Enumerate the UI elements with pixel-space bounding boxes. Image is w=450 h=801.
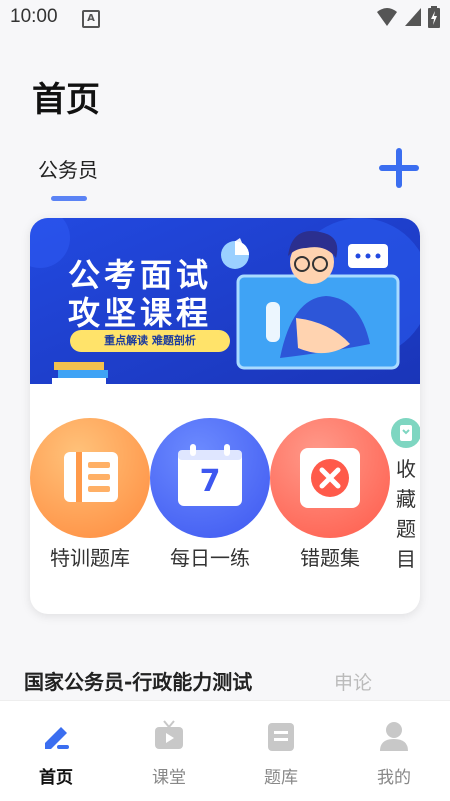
tab-administrative-test[interactable]: 国家公务员-行政能力测试 <box>24 666 252 695</box>
page-title: 首页 <box>32 80 100 120</box>
favorites-char: 收 <box>396 457 416 481</box>
feature-label: 每日一练 <box>170 546 250 570</box>
plus-icon <box>379 148 419 188</box>
tab-underline <box>51 196 87 201</box>
status-time: 10:00 <box>10 6 58 27</box>
subject-tabs: 国家公务员-行政能力测试 申论 <box>0 662 450 702</box>
banner-subtitle: 重点解读 难题剖析 <box>70 330 230 352</box>
main-card: 公考面试 攻坚课程 重点解读 难题剖析 特训题库 7 每日一练 错题集 收 藏 … <box>30 218 420 614</box>
signal-icon <box>405 8 421 26</box>
pen-icon <box>45 727 69 749</box>
feature-label: 特训题库 <box>50 546 130 570</box>
calendar-day: 7 <box>199 464 221 499</box>
nav-classroom[interactable]: 课堂 <box>129 719 209 788</box>
tv-icon <box>155 720 183 749</box>
nav-question-bank[interactable]: 题库 <box>241 719 321 788</box>
add-button[interactable] <box>378 147 420 189</box>
book-icon <box>268 723 294 751</box>
bookmark-icon <box>391 418 420 448</box>
wifi-icon <box>377 8 397 26</box>
question-bank-icon <box>30 418 150 538</box>
bottom-nav: 首页 课堂 题库 我的 <box>0 700 450 801</box>
nav-home[interactable]: 首页 <box>16 719 96 788</box>
tab-essay[interactable]: 申论 <box>334 668 372 695</box>
favorites-char: 藏 <box>396 487 416 511</box>
battery-icon <box>428 6 440 28</box>
nav-label: 首页 <box>39 768 73 788</box>
favorites-label: 收 藏 题 目 <box>390 454 420 574</box>
nav-label: 题库 <box>264 768 298 788</box>
feature-daily-practice[interactable]: 7 每日一练 <box>150 418 270 571</box>
feature-question-bank[interactable]: 特训题库 <box>30 418 150 571</box>
feature-label: 错题集 <box>300 546 360 570</box>
user-icon <box>380 722 408 751</box>
favorites-char: 目 <box>396 547 416 571</box>
feature-wrong-questions[interactable]: 错题集 <box>270 418 390 571</box>
feature-favorites[interactable]: 收 藏 题 目 <box>390 418 420 574</box>
banner-title-line2: 攻坚课程 <box>68 294 213 332</box>
banner[interactable]: 公考面试 攻坚课程 重点解读 难题剖析 <box>30 218 420 384</box>
calendar-icon: 7 <box>150 418 270 538</box>
notification-a-icon: A <box>82 10 100 28</box>
status-icons <box>376 6 440 28</box>
status-bar: 10:00 A <box>0 0 450 36</box>
tab-civil-servant[interactable]: 公务员 <box>38 154 98 183</box>
wrong-icon <box>270 418 390 538</box>
nav-label: 课堂 <box>152 768 186 788</box>
nav-label: 我的 <box>377 768 411 788</box>
nav-profile[interactable]: 我的 <box>354 719 434 788</box>
favorites-char: 题 <box>396 517 416 541</box>
